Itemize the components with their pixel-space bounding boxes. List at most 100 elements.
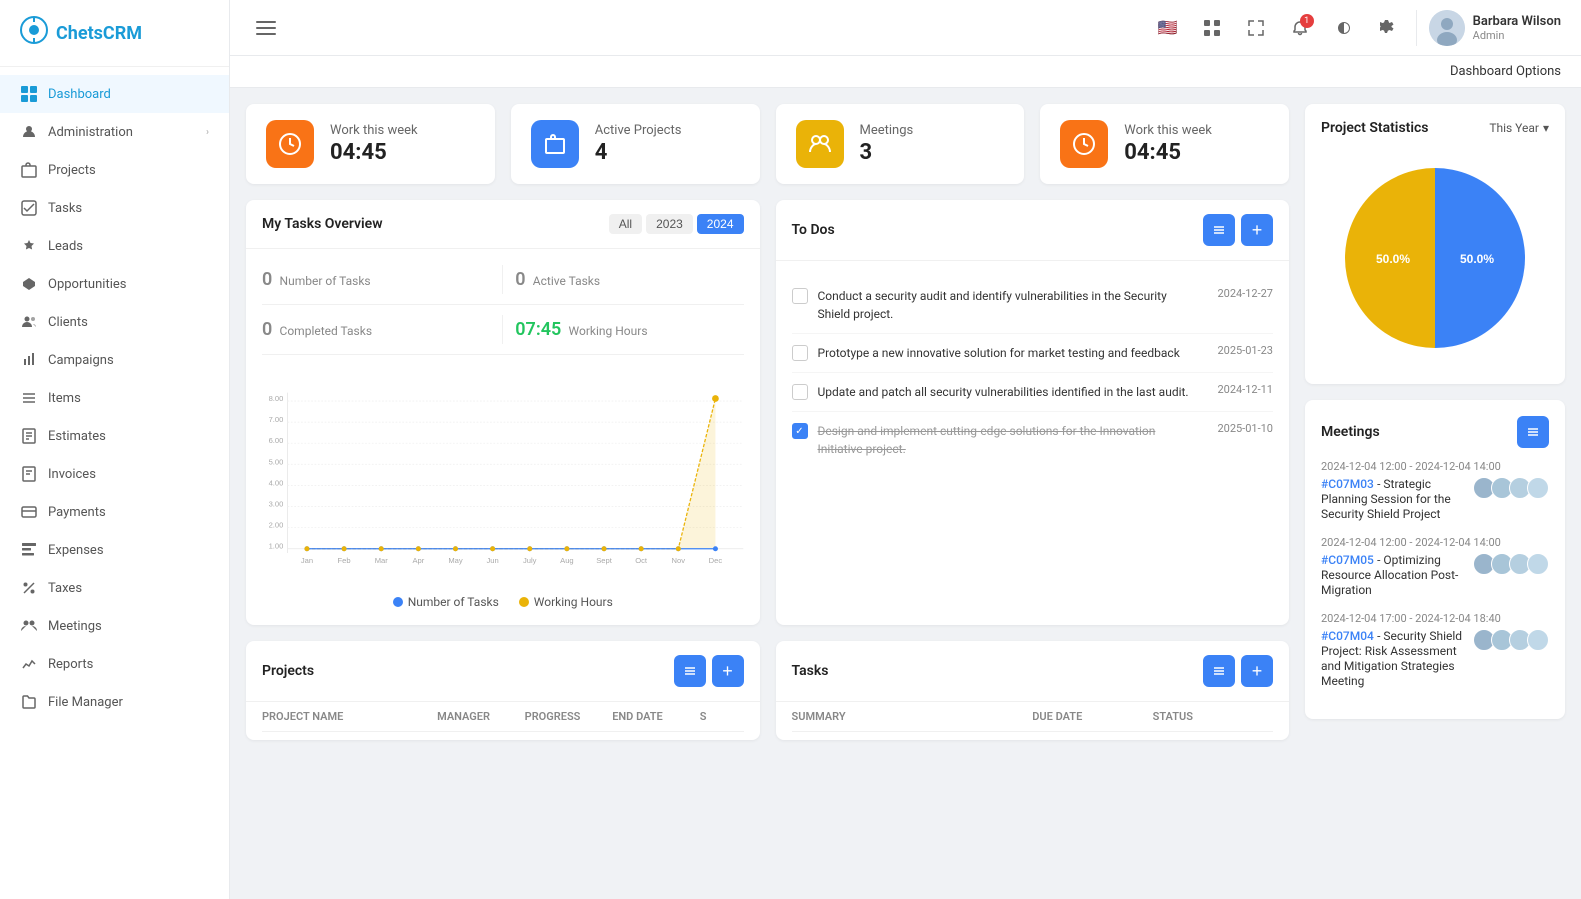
svg-text:Sept: Sept	[596, 556, 612, 565]
sidebar-item-expenses[interactable]: Expenses	[0, 531, 229, 569]
todo-checkbox-2[interactable]	[792, 345, 808, 361]
header: 🇺🇸 1	[230, 0, 1581, 56]
sidebar-item-invoices[interactable]: Invoices	[0, 455, 229, 493]
content: Work this week 04:45 Active Projects 4	[230, 88, 1581, 899]
sidebar-item-payments[interactable]: Payments	[0, 493, 229, 531]
sidebar-item-tasks[interactable]: Tasks	[0, 189, 229, 227]
sidebar-item-label-reports: Reports	[48, 657, 93, 672]
sidebar-item-reports[interactable]: Reports	[0, 645, 229, 683]
main-area: 🇺🇸 1	[230, 0, 1581, 899]
apps-grid-button[interactable]	[1196, 12, 1228, 44]
filter-btn-all[interactable]: All	[609, 214, 642, 234]
svg-text:Nov: Nov	[672, 556, 686, 565]
todo-checkbox-4[interactable]: ✓	[792, 423, 808, 439]
svg-text:Oct: Oct	[635, 556, 648, 565]
todo-date-1: 2024-12-27	[1217, 287, 1273, 300]
dashboard-options-button[interactable]: Dashboard Options	[1450, 64, 1561, 79]
stat-card-meetings: Meetings 3	[776, 104, 1025, 184]
meetings-stat-icon	[796, 120, 844, 168]
legend-tasks: Number of Tasks	[393, 595, 499, 609]
sidebar-item-administration[interactable]: Administration ›	[0, 113, 229, 151]
settings-button[interactable]	[1372, 12, 1404, 44]
todo-item-2: Prototype a new innovative solution for …	[792, 334, 1274, 373]
sidebar-item-dashboard[interactable]: Dashboard	[0, 75, 229, 113]
todo-checkbox-1[interactable]	[792, 288, 808, 304]
svg-text:Apr: Apr	[412, 556, 424, 565]
tasks-panel-header: Tasks +	[776, 641, 1290, 702]
theme-toggle-button[interactable]	[1328, 12, 1360, 44]
sidebar-item-estimates[interactable]: Estimates	[0, 417, 229, 455]
items-icon	[20, 389, 38, 407]
sidebar-item-clients[interactable]: Clients	[0, 303, 229, 341]
sidebar-item-projects[interactable]: Projects	[0, 151, 229, 189]
sidebar-logo[interactable]: ChetsCRM	[0, 0, 229, 67]
file-manager-icon	[20, 693, 38, 711]
projects-add-button[interactable]: +	[712, 655, 744, 687]
sidebar-item-label-invoices: Invoices	[48, 467, 96, 482]
sidebar-item-label-expenses: Expenses	[48, 543, 104, 558]
svg-text:8.00: 8.00	[269, 394, 284, 403]
col-header-end-date: End Date	[612, 710, 700, 723]
fullscreen-button[interactable]	[1240, 12, 1272, 44]
sidebar-item-label-projects: Projects	[48, 163, 96, 178]
stat-label-work-week-1: Work this week	[330, 123, 418, 138]
tasks-panel-body: Summary Due Date Status	[776, 702, 1290, 740]
estimates-icon	[20, 427, 38, 445]
svg-text:50.0%: 50.0%	[1376, 252, 1410, 266]
stat-info-active-projects: Active Projects 4	[595, 123, 682, 165]
sidebar-item-label-campaigns: Campaigns	[48, 353, 114, 368]
todo-text-1: Conduct a security audit and identify vu…	[818, 287, 1200, 323]
language-selector[interactable]: 🇺🇸	[1152, 12, 1184, 44]
meeting-link-1[interactable]: #C07M03	[1321, 477, 1374, 491]
sidebar-item-campaigns[interactable]: Campaigns	[0, 341, 229, 379]
svg-text:July: July	[523, 556, 537, 565]
sidebar-item-meetings[interactable]: Meetings	[0, 607, 229, 645]
todo-text-4: Design and implement cutting-edge soluti…	[818, 422, 1200, 458]
sidebar-item-label-taxes: Taxes	[48, 581, 82, 596]
todos-add-button[interactable]: +	[1241, 214, 1273, 246]
stat-card-active-projects: Active Projects 4	[511, 104, 760, 184]
user-info: Barbara Wilson Admin	[1473, 14, 1561, 42]
filter-btn-2024[interactable]: 2024	[697, 214, 744, 234]
menu-toggle-button[interactable]	[250, 12, 282, 44]
sidebar-item-opportunities[interactable]: Opportunities	[0, 265, 229, 303]
year-selector[interactable]: This Year ▾	[1489, 121, 1549, 135]
svg-text:5.00: 5.00	[269, 457, 284, 466]
tasks-list-button[interactable]	[1203, 655, 1235, 687]
meetings-list-button[interactable]	[1517, 416, 1549, 448]
svg-text:6.00: 6.00	[269, 436, 284, 445]
svg-text:Jun: Jun	[487, 556, 499, 565]
user-profile-section[interactable]: Barbara Wilson Admin	[1416, 10, 1561, 46]
meeting-link-3[interactable]: #C07M04	[1321, 629, 1374, 643]
sidebar-item-items[interactable]: Items	[0, 379, 229, 417]
legend-hours: Working Hours	[519, 595, 613, 609]
clients-icon	[20, 313, 38, 331]
sidebar-item-taxes[interactable]: Taxes	[0, 569, 229, 607]
todo-item-4: ✓ Design and implement cutting-edge solu…	[792, 412, 1274, 468]
svg-text:3.00: 3.00	[269, 500, 284, 509]
project-statistics-title: Project Statistics	[1321, 120, 1429, 136]
tasks-panel-title: Tasks	[792, 663, 829, 679]
stats-row: Work this week 04:45 Active Projects 4	[246, 104, 1289, 184]
projects-list-button[interactable]	[674, 655, 706, 687]
todo-checkbox-3[interactable]	[792, 384, 808, 400]
dashboard-options-bar: Dashboard Options	[230, 56, 1581, 88]
todos-body: Conduct a security audit and identify vu…	[776, 261, 1290, 484]
logo-icon	[20, 16, 48, 50]
active-projects-icon	[531, 120, 579, 168]
notification-badge: 1	[1300, 14, 1314, 28]
meeting-link-2[interactable]: #C07M05	[1321, 553, 1374, 567]
year-dropdown-icon: ▾	[1543, 121, 1549, 135]
filter-btn-2023[interactable]: 2023	[646, 214, 693, 234]
todos-list-button[interactable]	[1203, 214, 1235, 246]
notifications-button[interactable]: 1	[1284, 12, 1316, 44]
tasks-overview-body: 0 Number of Tasks 0 Active Tasks	[246, 249, 760, 625]
opportunities-icon	[20, 275, 38, 293]
tasks-add-button[interactable]: +	[1241, 655, 1273, 687]
meeting-avatar	[1527, 553, 1549, 575]
col-header-project-name: Project Name	[262, 710, 437, 723]
sidebar-item-file-manager[interactable]: File Manager	[0, 683, 229, 721]
header-actions: 🇺🇸 1	[1152, 10, 1561, 46]
svg-text:May: May	[448, 556, 463, 565]
sidebar-item-leads[interactable]: Leads	[0, 227, 229, 265]
